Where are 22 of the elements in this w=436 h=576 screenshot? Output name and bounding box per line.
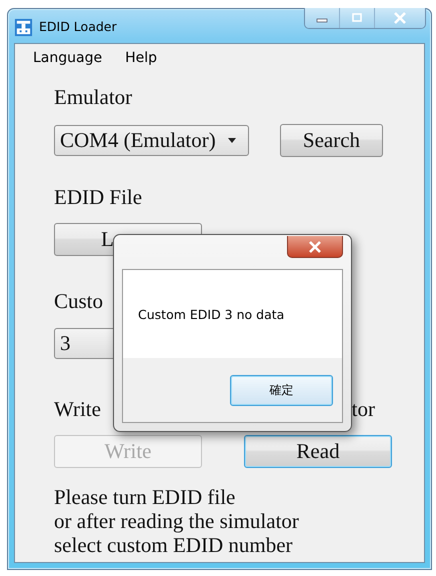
app-icon (14, 18, 33, 37)
section-label: Write (54, 396, 101, 422)
minimize-button[interactable] (305, 8, 340, 28)
menu-item[interactable]: Help (125, 50, 158, 72)
read-button[interactable]: Read (244, 435, 392, 468)
dialog-message: Custom EDID 3 no data (138, 306, 284, 322)
instruction-text: Please turn EDID file or after reading the simulator select custom EDID number (54, 485, 299, 557)
port-dropdown[interactable]: COM4 (Emulator) (54, 125, 249, 156)
window-title: EDID Loader (39, 19, 117, 34)
menu-item[interactable]: Language (33, 50, 102, 72)
section-label: EDID File (54, 184, 142, 210)
section-label: Emulator (54, 84, 132, 110)
maximize-icon (350, 13, 364, 23)
close-icon (393, 12, 407, 24)
caret-icon (228, 138, 236, 143)
section-label: Custo (54, 288, 104, 314)
section-label: tor (352, 396, 375, 422)
search-button[interactable]: Search (280, 124, 383, 157)
close-icon (308, 240, 322, 252)
close-button[interactable] (287, 236, 343, 258)
maximize-button[interactable] (340, 8, 375, 28)
ok-button[interactable]: 確定 (230, 375, 333, 406)
